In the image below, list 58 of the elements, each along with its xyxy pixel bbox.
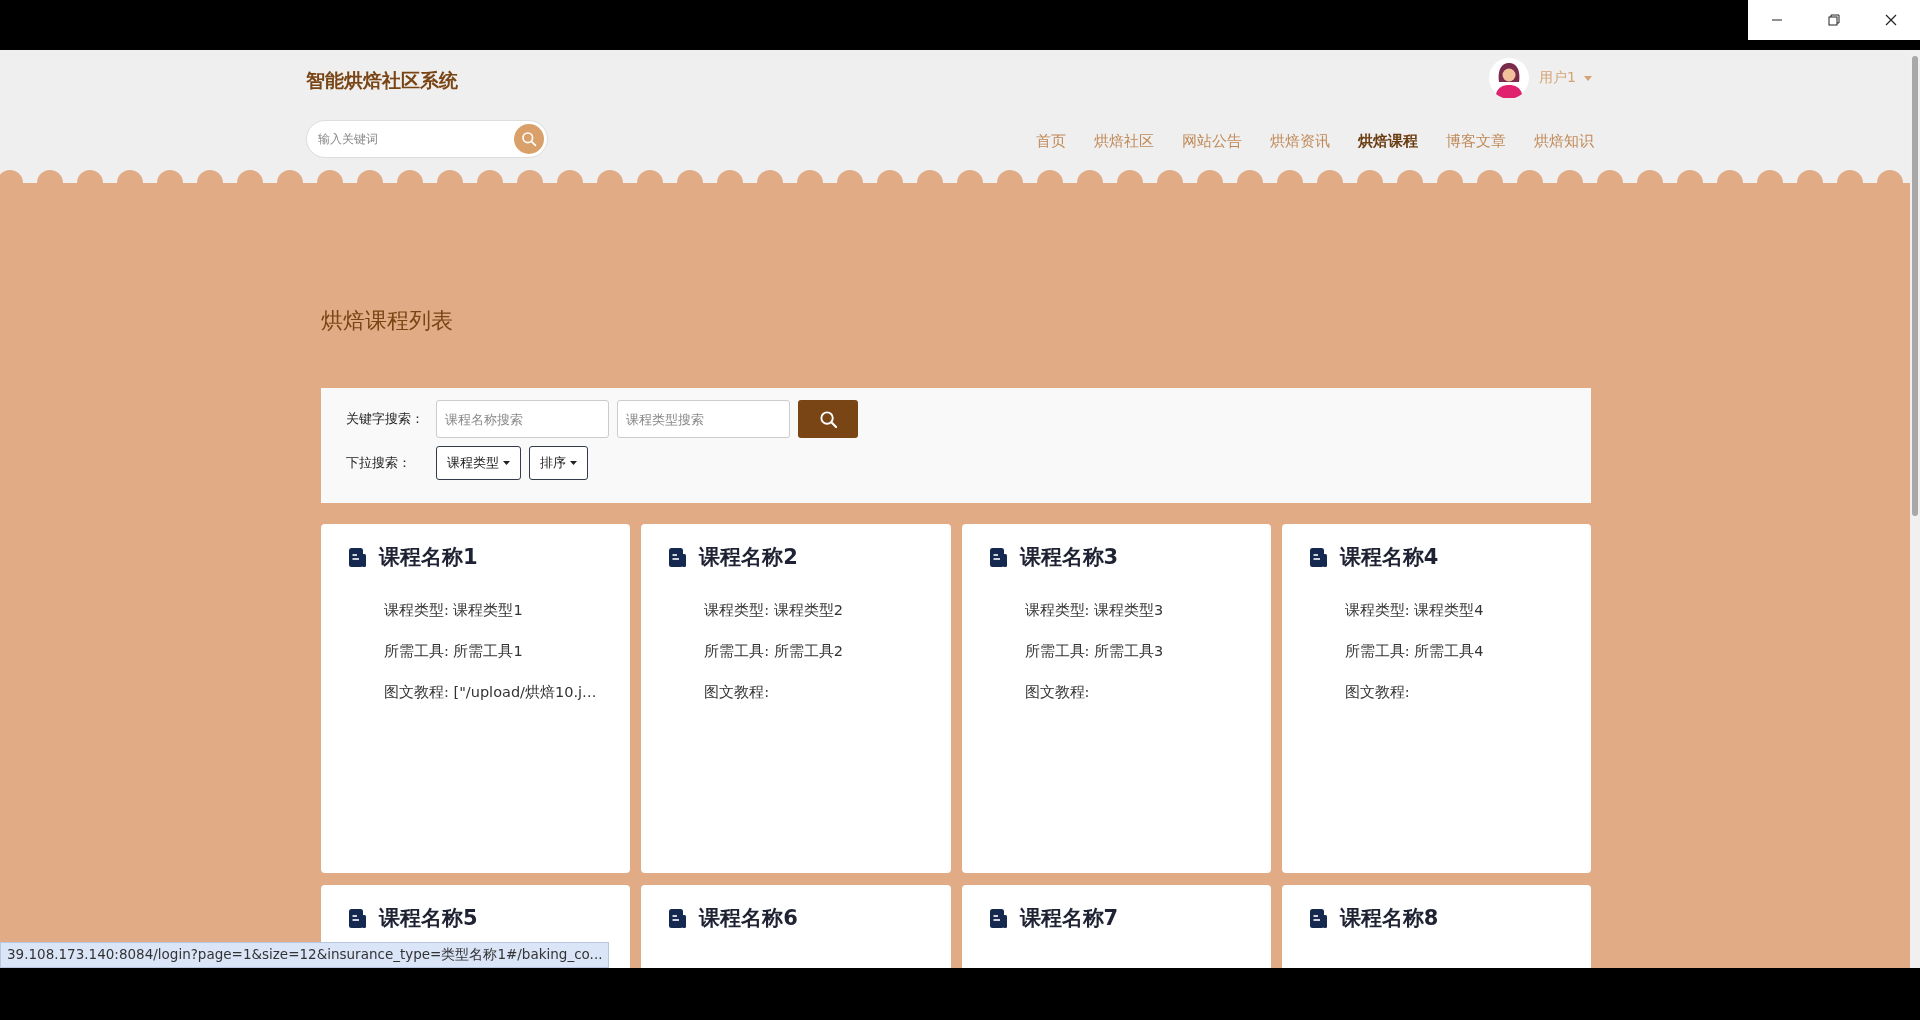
course-card[interactable]: 课程名称4 课程类型: 课程类型4 所需工具: 所需工具4 图文教程: (1281, 524, 1591, 873)
search-icon (521, 131, 537, 147)
course-card[interactable]: 课程名称3 课程类型: 课程类型3 所需工具: 所需工具3 图文教程: (961, 524, 1271, 873)
course-detail: 所需工具: 所需工具4 (1344, 642, 1485, 661)
course-title[interactable]: 课程名称3 (1019, 543, 1119, 571)
close-icon[interactable] (1885, 14, 1898, 26)
restore-icon[interactable] (1828, 14, 1840, 26)
course-title[interactable]: 课程名称2 (699, 543, 798, 571)
search-field[interactable]: 输入关键词 (306, 120, 548, 158)
course-detail: 图文教程: (1344, 683, 1411, 702)
course-title[interactable]: 课程名称5 (379, 904, 478, 932)
course-title[interactable]: 课程名称7 (1019, 904, 1119, 932)
book-icon (1309, 908, 1327, 928)
caret-icon (503, 461, 510, 465)
course-title[interactable]: 课程名称6 (699, 904, 798, 932)
search-input[interactable]: 输入关键词 (316, 131, 514, 147)
course-title[interactable]: 课程名称4 (1339, 543, 1439, 571)
dropdown-button[interactable]: 课程类型 (436, 446, 521, 480)
course-title[interactable]: 课程名称8 (1339, 904, 1439, 932)
book-icon (349, 908, 366, 928)
dropdown-button[interactable]: 排序 (529, 446, 588, 480)
caret-icon (1584, 75, 1592, 81)
book-icon (669, 547, 687, 567)
scrollbar-thumb[interactable] (1912, 56, 1918, 516)
site-title: 智能烘焙社区系统 (306, 68, 459, 93)
nav-link[interactable]: 烘焙课程 (1358, 132, 1418, 151)
course-title[interactable]: 课程名称1 (379, 543, 478, 571)
course-detail: 课程类型: 课程类型3 (1024, 601, 1165, 620)
book-icon (989, 547, 1007, 567)
course-card[interactable]: 课程名称8 (1281, 885, 1591, 968)
filter-label: 关键字搜索： (346, 410, 425, 428)
book-icon (1309, 547, 1327, 567)
course-detail: 所需工具: 所需工具2 (704, 642, 844, 661)
scrollbar[interactable] (1910, 50, 1920, 968)
course-detail: 图文教程: (704, 683, 771, 702)
filter-label: 下拉搜索： (346, 454, 412, 472)
course-detail: 课程类型: 课程类型1 (384, 601, 524, 620)
course-detail: 所需工具: 所需工具3 (1024, 642, 1165, 661)
course-card[interactable]: 课程名称2 课程类型: 课程类型2 所需工具: 所需工具2 图文教程: (641, 524, 951, 873)
search-button[interactable] (798, 400, 858, 438)
course-detail: 课程类型: 课程类型2 (704, 601, 844, 620)
search-icon (818, 409, 838, 429)
book-icon (989, 908, 1007, 928)
course-detail: 图文教程: ["/upload/烘焙10.j… (384, 683, 598, 702)
course-card[interactable]: 课程名称7 (961, 885, 1271, 968)
course-detail: 课程类型: 课程类型4 (1344, 601, 1485, 620)
avatar-icon[interactable] (1489, 58, 1530, 98)
course-card[interactable]: 课程名称1 课程类型: 课程类型1 所需工具: 所需工具1 图文教程: ["/upload/烘焙10.j… (321, 524, 631, 873)
book-icon (669, 908, 687, 928)
page-title: 烘焙课程列表 (321, 307, 454, 335)
course-detail: 图文教程: (1024, 683, 1091, 702)
course-name-field[interactable]: 课程名称搜索 (436, 400, 609, 438)
caret-icon (570, 461, 577, 465)
course-detail: 所需工具: 所需工具1 (384, 642, 524, 661)
course-card[interactable]: 课程名称6 (641, 885, 951, 968)
url-tooltip: 39.108.173.140:8084/login?page=1&size=12&insurance_type=类型名称1#/baking_co... (0, 942, 610, 968)
book-icon (349, 547, 366, 567)
course-type-field[interactable]: 课程类型搜索 (617, 400, 790, 438)
